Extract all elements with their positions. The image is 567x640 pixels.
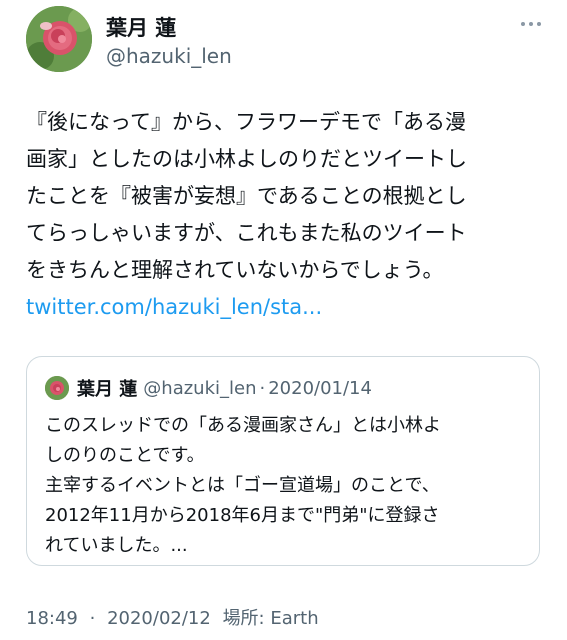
quoted-text-line: このスレッドでの「ある漫画家さん」とは小林よ bbox=[45, 415, 441, 436]
tweet-text-line: 画家」としたのは小林よしのりだとツイートし bbox=[26, 147, 467, 171]
quoted-avatar bbox=[45, 376, 69, 400]
tweet-text-line: てらっしゃいますが、これもまた私のツイート bbox=[26, 221, 467, 245]
quoted-tweet[interactable]: 葉月 蓮 @hazuki_len · 2020/01/14 このスレッドでの「あ… bbox=[26, 356, 540, 566]
tweet-text-line: 『後になって』から、フラワーデモで「ある漫 bbox=[26, 110, 466, 134]
tweet-time[interactable]: 18:49 bbox=[26, 608, 78, 629]
tweet-text-line: をきちんと理解されていないからでしょう。 bbox=[26, 258, 444, 282]
rose-avatar-image bbox=[26, 6, 92, 72]
quoted-text-line: れていました。... bbox=[45, 535, 188, 556]
tweet-location[interactable]: 場所: Earth bbox=[223, 608, 319, 629]
quoted-author-handle: @hazuki_len bbox=[143, 377, 257, 399]
quoted-tweet-text: このスレッドでの「ある漫画家さん」とは小林よ しのりのことです。 主宰するイベン… bbox=[45, 411, 525, 561]
tweet-header: 葉月 蓮 @hazuki_len bbox=[26, 6, 546, 76]
tweet-text-line: たことを『被害が妄想』であることの根拠とし bbox=[26, 184, 467, 208]
quoted-tweet-header: 葉月 蓮 @hazuki_len · 2020/01/14 bbox=[45, 375, 372, 401]
quoted-text-line: 2012年11月から2018年6月まで"門弟"に登録さ bbox=[45, 505, 440, 526]
separator-dot: · bbox=[89, 608, 96, 629]
avatar[interactable] bbox=[26, 6, 92, 72]
tweet-text: 『後になって』から、フラワーデモで「ある漫 画家」としたのは小林よしのりだとツイ… bbox=[26, 104, 542, 326]
quoted-date: 2020/01/14 bbox=[268, 377, 372, 399]
tweet-link[interactable]: twitter.com/hazuki_len/sta... bbox=[26, 289, 542, 326]
quoted-text-line: 主宰するイベントとは「ゴー宣道場」のことで、 bbox=[45, 475, 440, 496]
tweet-meta: 18:49 · 2020/02/12 場所: Earth bbox=[26, 604, 319, 630]
quoted-author-name: 葉月 蓮 bbox=[77, 379, 138, 400]
separator-dot: · bbox=[259, 377, 266, 399]
rose-avatar-image bbox=[45, 376, 69, 400]
tweet-date[interactable]: 2020/02/12 bbox=[107, 608, 211, 629]
more-dots-icon[interactable] bbox=[516, 14, 546, 34]
author-name[interactable]: 葉月 蓮 bbox=[106, 12, 176, 42]
author-handle[interactable]: @hazuki_len bbox=[106, 44, 232, 68]
quoted-text-line: しのりのことです。 bbox=[45, 445, 205, 466]
